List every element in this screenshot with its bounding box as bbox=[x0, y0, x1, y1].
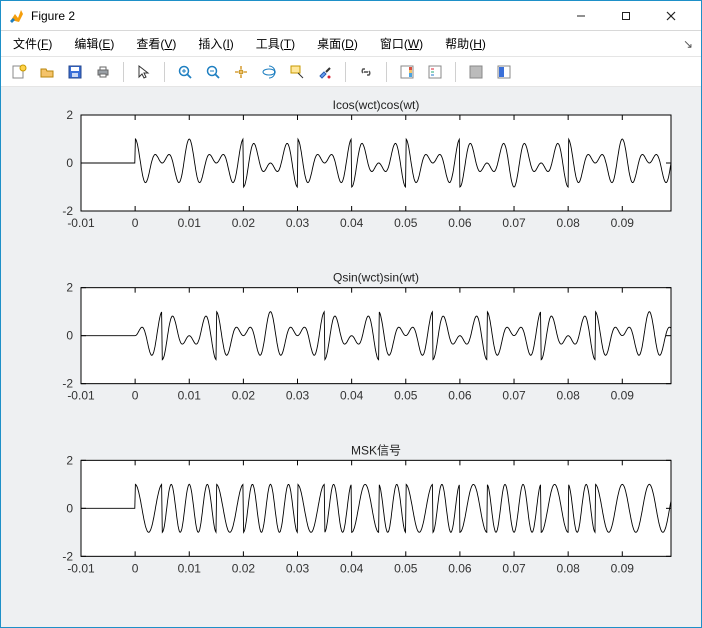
y-tick-label: 2 bbox=[66, 453, 73, 467]
menu-insert[interactable]: 插入(I) bbox=[194, 33, 237, 54]
legend-icon[interactable] bbox=[423, 60, 447, 84]
x-tick-label: 0.02 bbox=[232, 389, 256, 403]
menu-file[interactable]: 文件(F) bbox=[9, 33, 56, 54]
close-button[interactable] bbox=[648, 1, 693, 30]
menu-edit[interactable]: 编辑(E) bbox=[70, 33, 118, 54]
x-tick-label: 0.05 bbox=[394, 561, 418, 575]
x-tick-label: 0.07 bbox=[502, 216, 526, 230]
axes-title: Qsin(wct)sin(wt) bbox=[333, 271, 419, 285]
toolbar-overflow-icon[interactable]: ↘ bbox=[683, 37, 693, 51]
x-tick-label: 0.08 bbox=[556, 389, 580, 403]
menu-window[interactable]: 窗口(W) bbox=[376, 33, 427, 54]
figure-canvas-area: Icos(wct)cos(wt)-202-0.0100.010.020.030.… bbox=[1, 87, 701, 627]
menu-bar: 文件(F) 编辑(E) 查看(V) 插入(I) 工具(T) 桌面(D) 窗口(W… bbox=[1, 31, 701, 57]
colorbar-icon[interactable] bbox=[395, 60, 419, 84]
link-icon[interactable] bbox=[354, 60, 378, 84]
brush-icon[interactable] bbox=[313, 60, 337, 84]
y-tick-label: 0 bbox=[66, 501, 73, 515]
x-tick-label: -0.01 bbox=[67, 389, 95, 403]
y-tick-label: 2 bbox=[66, 108, 73, 122]
zoom-in-icon[interactable] bbox=[173, 60, 197, 84]
toolbar-separator bbox=[345, 62, 346, 82]
y-tick-label: 0 bbox=[66, 156, 73, 170]
open-icon[interactable] bbox=[35, 60, 59, 84]
menu-desktop[interactable]: 桌面(D) bbox=[313, 33, 362, 54]
matlab-icon bbox=[9, 8, 25, 24]
x-tick-label: 0.09 bbox=[611, 216, 635, 230]
zoom-out-icon[interactable] bbox=[201, 60, 225, 84]
rotate3d-icon[interactable] bbox=[257, 60, 281, 84]
x-tick-label: 0.07 bbox=[502, 561, 526, 575]
x-tick-label: 0.06 bbox=[448, 561, 472, 575]
title-bar[interactable]: Figure 2 bbox=[1, 1, 701, 31]
data-cursor-icon[interactable] bbox=[285, 60, 309, 84]
x-tick-label: 0.04 bbox=[340, 216, 364, 230]
minimize-button[interactable] bbox=[558, 1, 603, 30]
axes-title: Icos(wct)cos(wt) bbox=[333, 98, 420, 112]
save-icon[interactable] bbox=[63, 60, 87, 84]
x-tick-label: 0.02 bbox=[232, 561, 256, 575]
x-tick-label: 0.03 bbox=[286, 216, 310, 230]
y-tick-label: 0 bbox=[66, 329, 73, 343]
menu-tools[interactable]: 工具(T) bbox=[252, 33, 299, 54]
axes-title: MSK信号 bbox=[351, 443, 401, 457]
x-tick-label: 0.01 bbox=[178, 561, 202, 575]
x-tick-label: -0.01 bbox=[67, 216, 95, 230]
hide-plot-icon[interactable] bbox=[464, 60, 488, 84]
x-tick-label: 0.06 bbox=[448, 389, 472, 403]
x-tick-label: 0.05 bbox=[394, 216, 418, 230]
print-icon[interactable] bbox=[91, 60, 115, 84]
axes-box bbox=[81, 288, 671, 384]
x-tick-label: 0.09 bbox=[611, 561, 635, 575]
x-tick-label: 0.09 bbox=[611, 389, 635, 403]
toolbar-separator bbox=[386, 62, 387, 82]
axes-canvas[interactable]: Icos(wct)cos(wt)-202-0.0100.010.020.030.… bbox=[1, 87, 701, 627]
x-tick-label: 0 bbox=[132, 216, 139, 230]
new-figure-icon[interactable] bbox=[7, 60, 31, 84]
x-tick-label: 0 bbox=[132, 561, 139, 575]
maximize-button[interactable] bbox=[603, 1, 648, 30]
axes-box bbox=[81, 115, 671, 211]
toolbar-separator bbox=[455, 62, 456, 82]
x-tick-label: 0.04 bbox=[340, 561, 364, 575]
x-tick-label: 0 bbox=[132, 389, 139, 403]
axes-box bbox=[81, 460, 671, 556]
x-tick-label: -0.01 bbox=[67, 561, 95, 575]
toolbar bbox=[1, 57, 701, 87]
x-tick-label: 0.01 bbox=[178, 216, 202, 230]
y-tick-label: 2 bbox=[66, 281, 73, 295]
figure-window: Figure 2 文件(F) 编辑(E) 查看(V) 插入(I) 工具(T) 桌… bbox=[0, 0, 702, 628]
x-tick-label: 0.04 bbox=[340, 389, 364, 403]
x-tick-label: 0.03 bbox=[286, 561, 310, 575]
menu-view[interactable]: 查看(V) bbox=[132, 33, 180, 54]
toolbar-separator bbox=[123, 62, 124, 82]
x-tick-label: 0.01 bbox=[178, 389, 202, 403]
x-tick-label: 0.07 bbox=[502, 389, 526, 403]
x-tick-label: 0.03 bbox=[286, 389, 310, 403]
pointer-icon[interactable] bbox=[132, 60, 156, 84]
toolbar-separator bbox=[164, 62, 165, 82]
show-plot-icon[interactable] bbox=[492, 60, 516, 84]
menu-help[interactable]: 帮助(H) bbox=[441, 33, 490, 54]
x-tick-label: 0.05 bbox=[394, 389, 418, 403]
x-tick-label: 0.08 bbox=[556, 216, 580, 230]
pan-icon[interactable] bbox=[229, 60, 253, 84]
x-tick-label: 0.08 bbox=[556, 561, 580, 575]
window-title: Figure 2 bbox=[31, 9, 75, 23]
x-tick-label: 0.06 bbox=[448, 216, 472, 230]
x-tick-label: 0.02 bbox=[232, 216, 256, 230]
